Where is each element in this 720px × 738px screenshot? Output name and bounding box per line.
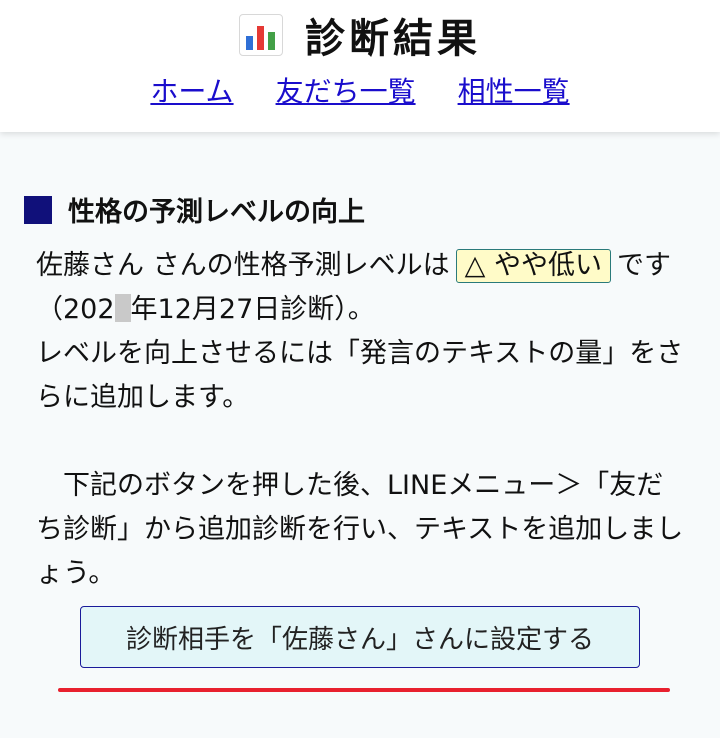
title-row: 診断結果 bbox=[0, 6, 720, 64]
red-underline bbox=[58, 688, 670, 692]
instruction-text: レベルを向上させるには「発言のテキストの量」をさらに追加します。 bbox=[36, 338, 684, 413]
page-title: 診断結果 bbox=[305, 16, 481, 62]
set-partner-button[interactable]: 診断相手を「佐藤さん」さんに設定する bbox=[80, 606, 640, 668]
level-badge: △ やや低い bbox=[455, 249, 611, 283]
level-text-suffix: で bbox=[616, 250, 644, 281]
header: 診断結果 ホーム 友だち一覧 相性一覧 bbox=[0, 0, 720, 132]
section-heading-text: 性格の予測レベルの向上 bbox=[68, 197, 365, 228]
section-heading: 性格の予測レベルの向上 bbox=[24, 190, 365, 229]
masked-digit bbox=[114, 294, 131, 322]
nav-compat-link[interactable]: 相性一覧 bbox=[458, 70, 570, 110]
guide-text: 下記のボタンを押した後、LINEメニュー＞「友だち診断」から追加診断を行い、テキ… bbox=[36, 470, 684, 589]
level-text-prefix: 佐藤さん さんの性格予測レベルは bbox=[36, 250, 450, 281]
date-suffix: 年12月27日診断）。 bbox=[130, 294, 375, 325]
nav-friends-link[interactable]: 友だち一覧 bbox=[276, 70, 416, 110]
bar-chart-icon bbox=[239, 14, 283, 56]
body-text: 佐藤さん さんの性格予測レベルは △ やや低い です（202 年12月27日診断）。 … bbox=[36, 244, 686, 596]
nav-home-link[interactable]: ホーム bbox=[150, 70, 233, 110]
heading-square-icon bbox=[24, 195, 52, 224]
nav-bar: ホーム 友だち一覧 相性一覧 bbox=[0, 70, 720, 110]
